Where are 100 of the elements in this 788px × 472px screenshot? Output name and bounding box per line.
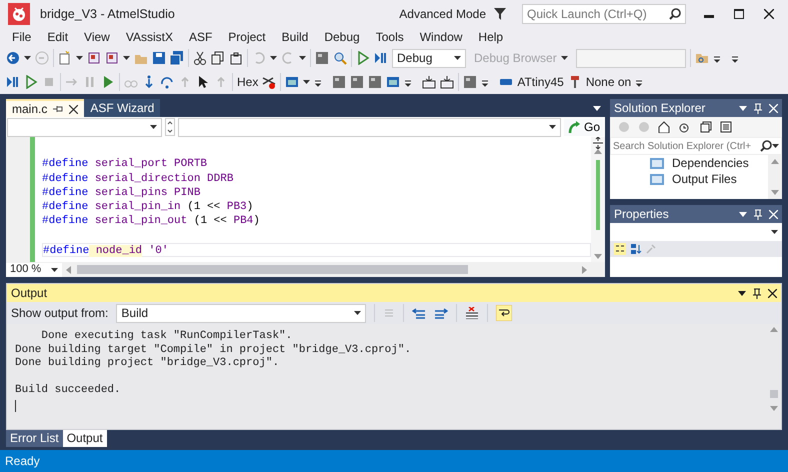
caret-icon[interactable] (739, 106, 747, 110)
tree-item[interactable]: Output Files (650, 171, 768, 187)
scrollbar-thumb[interactable] (596, 160, 600, 230)
output-source-dropdown[interactable]: Build (116, 304, 366, 322)
zoom-dropdown[interactable]: 100 % (6, 262, 62, 276)
programmer-icon[interactable] (422, 75, 436, 89)
menu-item[interactable]: VAssistX (118, 28, 181, 46)
hex-button[interactable]: Hex (237, 73, 258, 91)
start-debug-icon[interactable] (374, 51, 388, 65)
sort-icon[interactable] (630, 243, 642, 255)
play-outline-icon[interactable] (356, 51, 370, 65)
menu-item[interactable]: Tools (368, 28, 412, 46)
categorized-icon[interactable] (614, 243, 626, 255)
caret-icon[interactable] (454, 56, 461, 60)
board-icon[interactable] (315, 51, 329, 65)
back-icon[interactable] (6, 51, 20, 65)
pages-icon[interactable] (720, 121, 732, 133)
filter-icon[interactable] (494, 8, 506, 20)
menu-item[interactable]: Help (470, 28, 512, 46)
close-icon[interactable] (764, 9, 774, 19)
menu-item[interactable]: ASF (180, 28, 220, 46)
close-icon[interactable] (69, 104, 78, 114)
scrollbar-thumb[interactable] (77, 265, 468, 274)
panel-tab[interactable]: Error List (6, 430, 63, 447)
spin-icon[interactable] (165, 118, 175, 136)
caret-icon[interactable] (299, 56, 306, 60)
window-icon[interactable] (386, 75, 400, 89)
maximize-icon[interactable] (734, 9, 744, 19)
breakpoint-icon[interactable] (262, 75, 276, 89)
play-outline-icon[interactable] (24, 75, 38, 89)
caret-icon[interactable] (51, 268, 58, 272)
caret-icon[interactable] (150, 125, 157, 129)
start-debug-icon[interactable] (6, 75, 20, 89)
search-field[interactable]: Search Solution Explorer (Ctrl+ (610, 137, 782, 155)
menu-item[interactable]: Window (412, 28, 470, 46)
folder-icon (650, 158, 664, 168)
caret-icon[interactable] (772, 144, 779, 148)
caret-icon[interactable] (123, 56, 130, 60)
dropdown-field[interactable] (576, 48, 686, 68)
menu-item[interactable]: Project (220, 28, 274, 46)
paste-icon[interactable] (229, 51, 243, 65)
menu-item[interactable]: File (4, 28, 40, 46)
copy-icon[interactable] (211, 51, 225, 65)
clear-all-icon[interactable] (465, 307, 480, 319)
caret-icon[interactable] (593, 106, 601, 111)
close-icon[interactable] (768, 288, 777, 298)
save-icon[interactable] (152, 51, 166, 65)
add-item-icon[interactable] (105, 51, 119, 65)
pin-icon[interactable] (753, 288, 761, 298)
save-all-icon[interactable] (170, 51, 184, 65)
panel-tab[interactable]: Output (62, 430, 107, 447)
board-icon[interactable] (368, 75, 382, 89)
scroll-down-icon[interactable] (594, 254, 602, 259)
board-icon[interactable] (463, 75, 478, 89)
device-button[interactable]: ATtiny45 (517, 73, 564, 91)
window-icon[interactable] (285, 75, 300, 89)
board-icon[interactable] (332, 75, 346, 89)
play-icon[interactable] (101, 75, 115, 89)
caret-icon[interactable] (354, 311, 362, 315)
panel-title: Output (11, 285, 48, 302)
caret-icon[interactable] (76, 56, 83, 60)
programmer-icon[interactable] (440, 75, 454, 89)
copy-icon[interactable] (700, 121, 712, 133)
tool-button[interactable]: None on (586, 73, 632, 91)
home-icon[interactable] (658, 121, 670, 133)
quick-launch-field[interactable]: Quick Launch (Ctrl+Q) (522, 4, 686, 24)
go-button[interactable]: Go (564, 118, 604, 136)
add-item-icon[interactable] (87, 51, 101, 65)
tree-item[interactable]: Dependencies (650, 155, 768, 171)
cursor-icon[interactable] (196, 75, 210, 89)
menu-item[interactable]: Build (274, 28, 316, 46)
caret-icon[interactable] (24, 56, 31, 60)
menu-item[interactable]: Edit (39, 28, 76, 46)
scroll-up-icon[interactable] (594, 149, 602, 154)
caret-icon[interactable] (548, 125, 556, 129)
previous-message-icon[interactable] (412, 307, 426, 319)
find-icon[interactable] (333, 51, 347, 65)
pin-icon[interactable] (53, 104, 64, 114)
caret-icon[interactable] (303, 80, 310, 84)
split-icon[interactable] (592, 137, 604, 149)
search-icon[interactable] (760, 140, 772, 152)
caret-icon[interactable] (771, 230, 778, 234)
new-project-icon[interactable] (58, 51, 72, 65)
search-icon[interactable] (669, 8, 681, 20)
scrollbar-thumb[interactable] (770, 390, 778, 398)
configuration-dropdown[interactable]: Debug (392, 48, 466, 68)
word-wrap-icon[interactable] (496, 305, 512, 321)
caret-icon[interactable] (270, 56, 277, 60)
menu-item[interactable]: View (76, 28, 118, 46)
next-message-icon[interactable] (434, 307, 448, 319)
folder-search-icon[interactable] (694, 51, 709, 65)
editor-tab[interactable]: ASF Wizard (84, 99, 160, 117)
editor-tab[interactable]: main.c (6, 99, 84, 117)
step-over-icon[interactable] (160, 75, 174, 89)
board-icon[interactable] (350, 75, 364, 89)
menu-item[interactable]: Debug (316, 28, 368, 46)
cut-icon[interactable] (193, 51, 207, 65)
caret-icon[interactable] (738, 290, 746, 296)
caret-icon[interactable] (560, 56, 568, 60)
caret-icon[interactable] (739, 212, 747, 216)
